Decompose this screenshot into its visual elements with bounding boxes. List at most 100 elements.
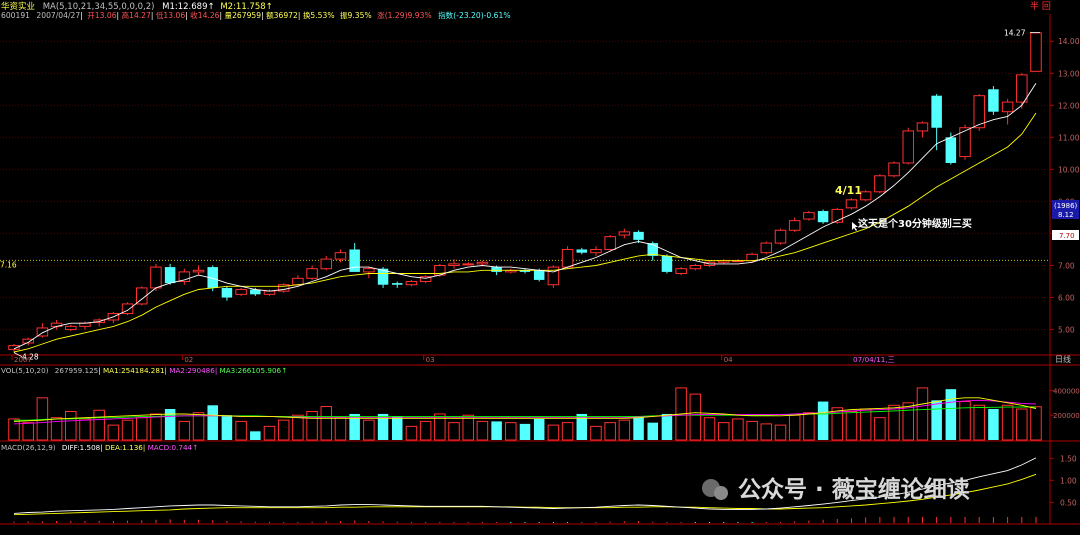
volume-bar-up [135,417,148,441]
volume-bar-down [491,421,502,440]
volume-bar-down [817,401,829,440]
candle-body-down [633,231,644,240]
macd-tick-label: 1.50 [1060,454,1077,463]
volume-bar-up [874,417,886,441]
volume-bar-down [931,400,942,440]
watermark-text: 公众号 · 薇宝缠论细读 [738,476,970,503]
side-box-line1: (1986) [1054,202,1078,210]
volume-bar-up [93,409,105,441]
low-value: 低13.06 [156,10,186,20]
candle-body-down [945,137,957,163]
volume-bar-up [1016,408,1028,441]
volume-bar-up [590,425,602,441]
macd-value: MACD:0.744 [148,443,193,452]
volume-bar-up [803,412,815,441]
dea-value: DEA:1.136 [105,443,143,452]
bar-date: 2007/04/27 [36,11,80,20]
volume-bar-up [150,413,162,441]
volume-bar-up [107,424,120,441]
volume-value: 量267959 [225,11,262,20]
candle-body-down [164,267,176,284]
volume-bar-up [419,420,432,441]
volume-bar-up [845,410,858,441]
volume-bar-down [391,416,403,440]
vol-value: 267959.125 [55,366,98,375]
annotation-text: 这天是个30分钟级别三买 [858,217,972,230]
volume-bar-down [221,415,233,440]
kline-chart[interactable]: 华资实业 MA(5,10,21,34,55,0,0,0,2) M1:12.689… [0,0,1080,531]
volume-bar-up [405,425,418,441]
candle-body-up [902,130,915,164]
volume-bar-down [661,413,673,440]
candle-body-up [292,277,304,286]
volume-bar-up [703,417,716,441]
macd-tick-label: 0.50 [1060,498,1077,507]
candle-body-down [988,89,999,112]
high-value: 高14.27 [122,10,152,20]
amplitude-value: 振9.35% [340,10,372,20]
volume-bar-up [505,422,517,441]
candle-body-down [221,287,233,298]
volume-bar-up [363,419,375,441]
candle-body-up [476,261,489,265]
volume-bar-up [121,419,134,441]
macd-tick-label: 1.00 [1060,476,1077,485]
volume-tick-label: 200000 [1053,412,1080,420]
ref-line-label: 7.16 [0,260,17,269]
price-tick-label: 13.00 [1058,69,1080,78]
candle-body-up [888,162,900,177]
candle-body-down [576,249,588,253]
volume-bar-up [192,412,205,441]
price-tick-label: 11.00 [1058,133,1080,142]
volume-bar-up [235,420,247,441]
candle-body-up [448,263,460,266]
candle-body-down [391,283,403,285]
candle-body-up [306,268,318,279]
candle-body-down [931,95,942,128]
candle-body-up [618,231,631,236]
candle-body-up [604,236,616,250]
watermark: 公众号 · 薇宝缠论细读 [702,476,970,503]
price-tick-label: 10.00 [1058,165,1080,174]
turnover-value: 换5.53% [303,10,335,20]
volume-bar-up [306,410,318,441]
candle-body-up [859,191,872,201]
candle-body-up [192,269,205,273]
ref-price-box-label: 7.70 [1059,232,1075,240]
volume-bar-up [22,422,34,441]
price-tick-label: 5.00 [1058,326,1075,335]
stock-code: 600191 [1,11,30,20]
volume-bar-up [263,425,276,441]
vol-ma2: MA2:290486 [169,366,215,375]
close-value: 收14.26 [190,10,220,20]
candle-body-up [590,248,602,254]
volume-bar-up [1001,404,1014,441]
candle-body-up [65,325,77,331]
vol-ma3: MA3:266105.906 [220,366,282,375]
volume-bar-up [717,422,730,441]
macd-header: MACD(26,12,9) DIFF:1.508| DEA:1.136| MAC… [1,443,198,452]
volume-header: VOL(5,10,20) 267959.125| MA1:254184.281|… [1,366,287,375]
volume-bar-up [973,404,985,441]
candle-body-up [774,229,787,244]
candle-body-up [263,290,276,295]
volume-bar-up [277,419,290,441]
volume-bar-up [561,422,574,441]
open-value: 开13.06 [87,11,117,20]
candle-body-down [491,267,502,272]
volume-tick-label: 400000 [1053,387,1080,395]
date-label: 04 [724,356,733,364]
volume-bar-up [916,387,929,441]
candle-body-up [334,252,347,260]
candle-body-up [788,220,801,231]
index-value: 指数(-23.20)-0.61% [438,10,510,20]
side-box-line2: 8.12 [1058,211,1074,219]
vol-label: VOL(5,10,20) [1,366,49,375]
candle-body-up [689,264,702,270]
volume-bar-down [945,389,957,440]
candle-body-up [845,199,858,209]
candle-body-up [746,253,758,262]
volume-bar-up [788,414,801,441]
volume-bar-down [647,422,659,440]
volume-bar-up [859,408,872,441]
